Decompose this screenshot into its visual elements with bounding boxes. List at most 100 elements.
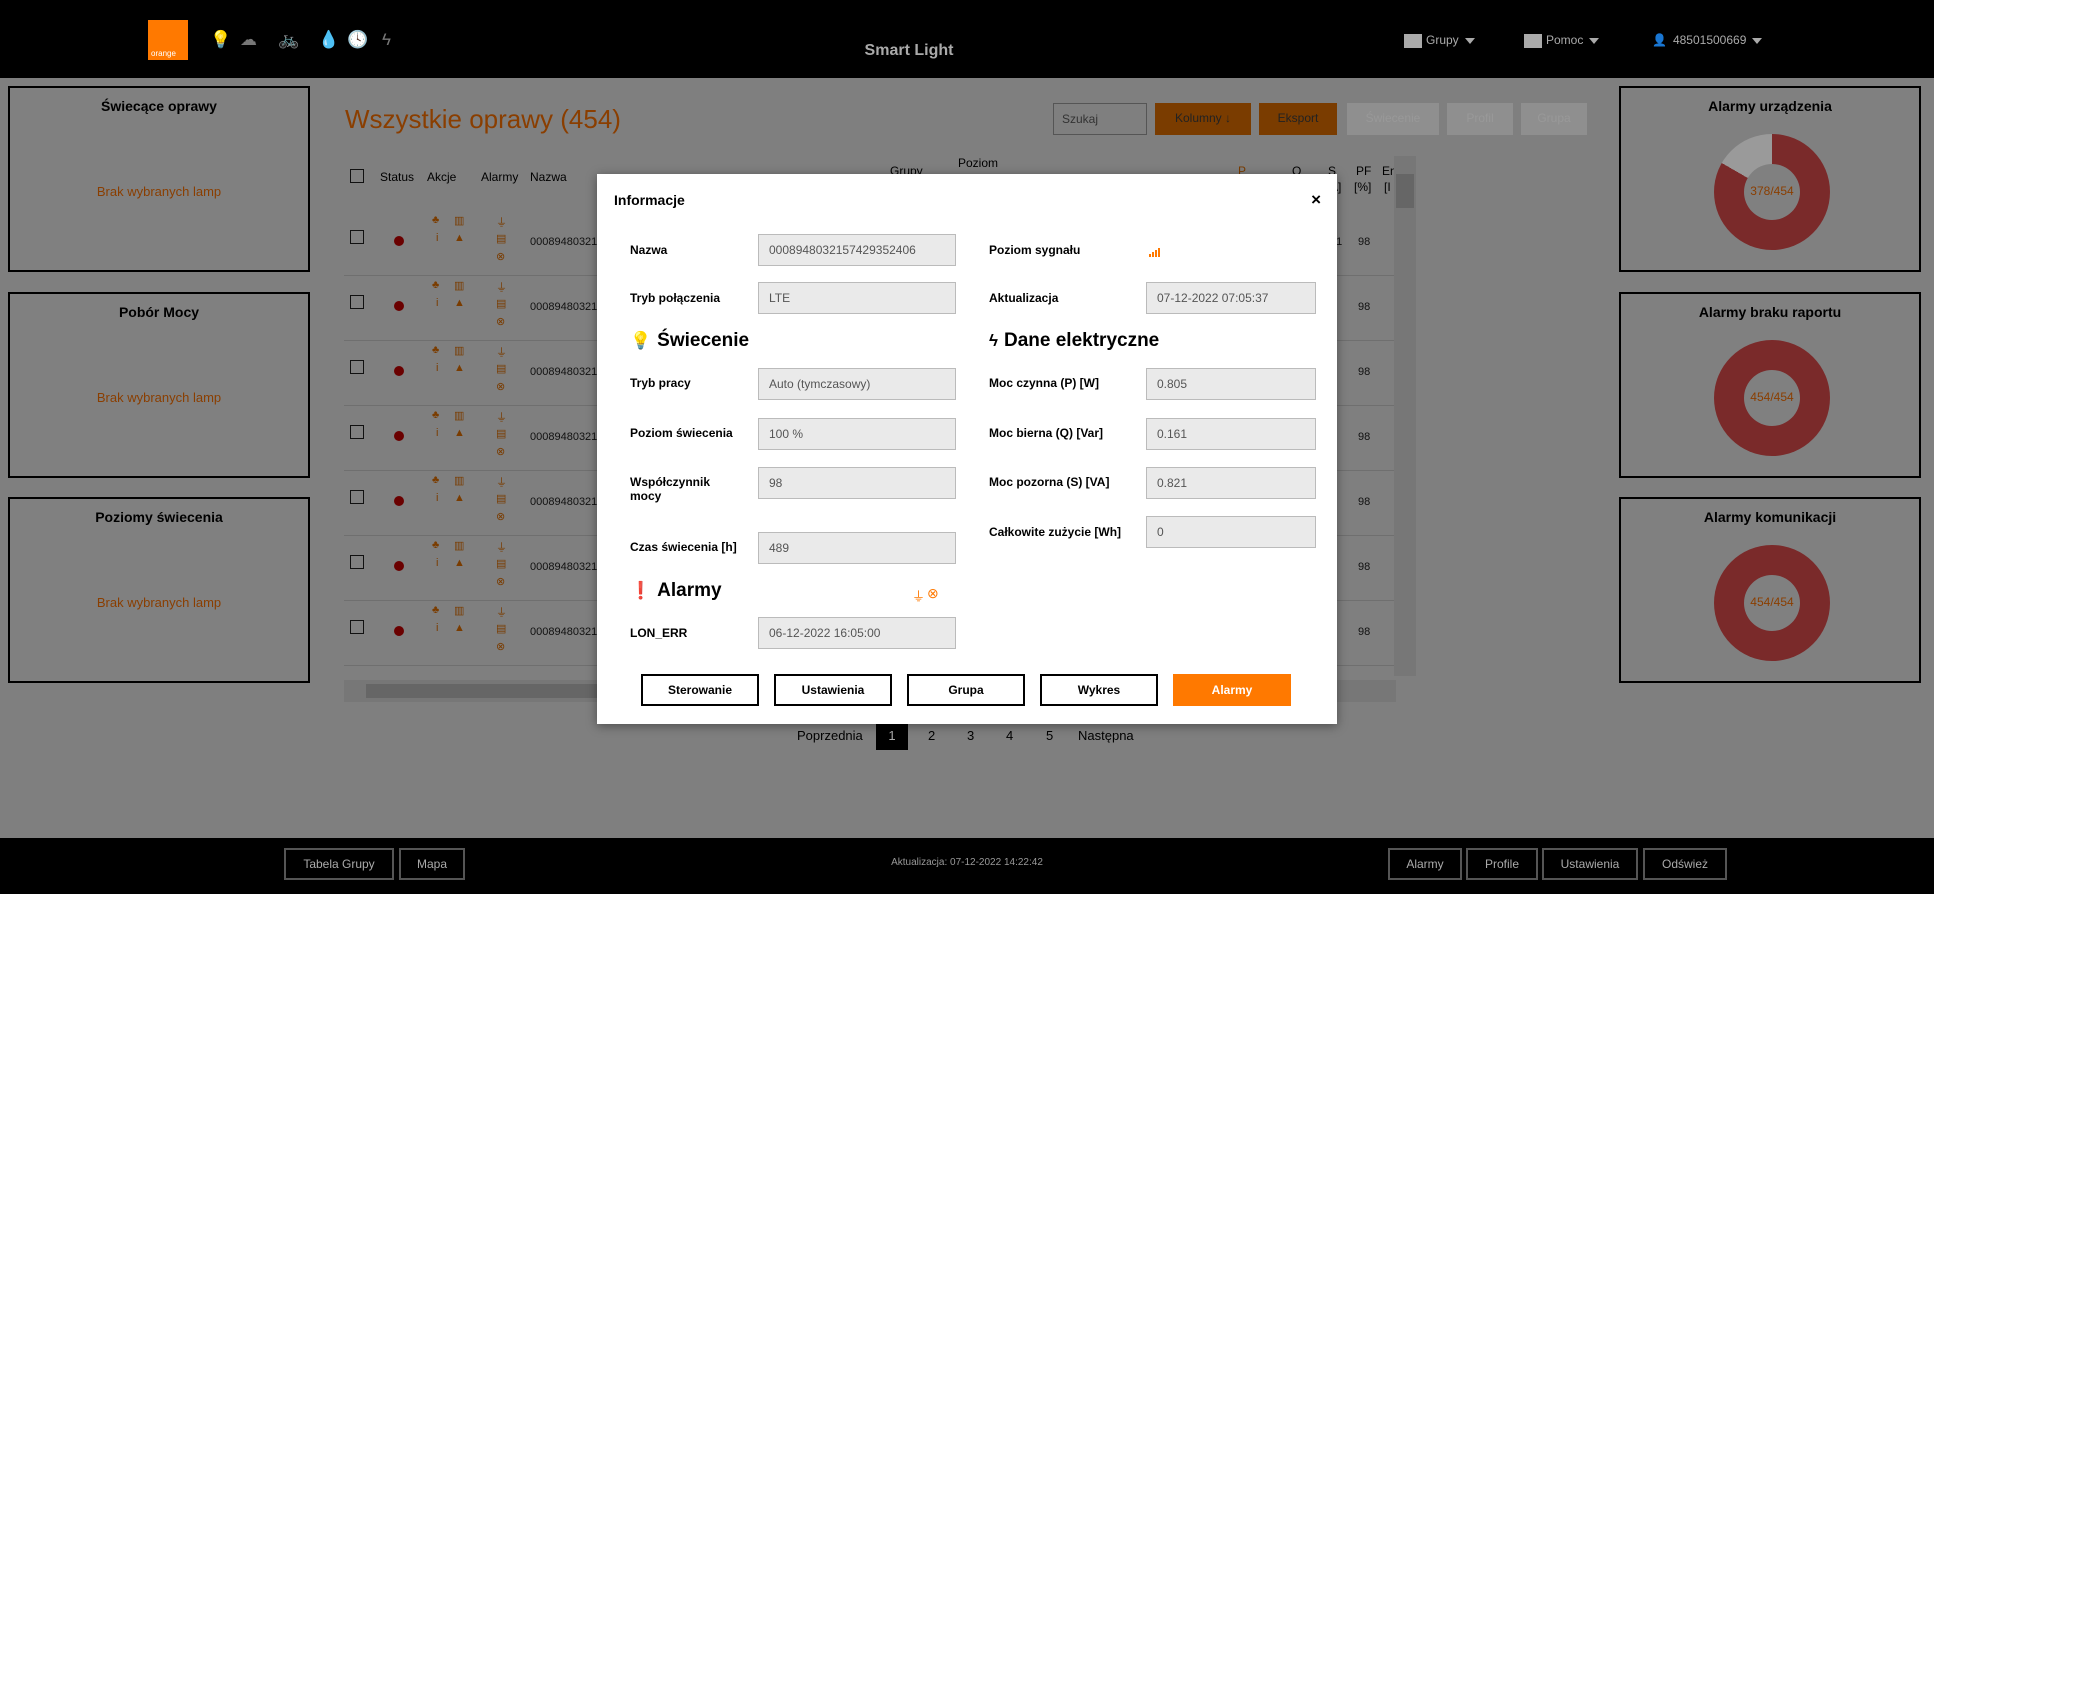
chart-icon[interactable]: ▥ xyxy=(454,474,464,487)
row-checkbox[interactable] xyxy=(350,230,364,244)
close-icon[interactable]: × xyxy=(1311,190,1321,210)
profile-button[interactable]: Profil xyxy=(1447,103,1513,135)
donut-chart[interactable]: 378/454 xyxy=(1714,134,1830,250)
warning-icon[interactable]: ▲ xyxy=(454,362,465,374)
battery-icon: ▤ xyxy=(496,363,507,375)
col-actions[interactable]: Akcje xyxy=(427,170,456,184)
name-label: Nazwa xyxy=(630,243,668,257)
select-all-checkbox[interactable] xyxy=(350,169,364,183)
battery-icon: ▤ xyxy=(496,233,507,245)
panel-title: Poziomy świecenia xyxy=(95,509,223,525)
control-icon[interactable]: ♣ xyxy=(432,279,439,291)
vertical-scrollbar[interactable] xyxy=(1394,156,1416,676)
signal-bars-icon xyxy=(1149,244,1160,262)
control-icon[interactable]: ♣ xyxy=(432,474,439,486)
help-menu[interactable]: Pomoc xyxy=(1524,33,1600,48)
info-icon[interactable]: i xyxy=(436,427,438,439)
col-pf[interactable]: PF xyxy=(1356,164,1371,178)
group-button[interactable]: Grupa xyxy=(907,674,1025,706)
control-icon[interactable]: ♣ xyxy=(432,214,439,226)
row-checkbox[interactable] xyxy=(350,555,364,569)
top-bar: orange 💡 ☁ 🚲 💧 🕓 ϟ Smart Light Grupy Pom… xyxy=(0,0,1934,78)
burn-time-field[interactable]: 489 xyxy=(758,532,956,564)
pager-page-4[interactable]: 4 xyxy=(1006,728,1013,743)
control-icon[interactable]: ♣ xyxy=(432,409,439,421)
chart-icon[interactable]: ▥ xyxy=(454,344,464,357)
profiles-button[interactable]: Profile xyxy=(1466,848,1538,880)
light-level-field[interactable]: 100 % xyxy=(758,418,956,450)
pager-page-2[interactable]: 2 xyxy=(928,728,935,743)
settings-button[interactable]: Ustawienia xyxy=(1542,848,1638,880)
chart-icon[interactable]: ▥ xyxy=(454,604,464,617)
groups-menu[interactable]: Grupy xyxy=(1404,33,1475,48)
apparent-power-field[interactable]: 0.821 xyxy=(1146,467,1316,499)
scrollbar-thumb[interactable] xyxy=(1396,174,1414,208)
info-icon[interactable]: i xyxy=(436,622,438,634)
status-dot xyxy=(394,366,404,376)
warning-icon[interactable]: ▲ xyxy=(454,427,465,439)
warning-icon[interactable]: ▲ xyxy=(454,232,465,244)
export-button[interactable]: Eksport xyxy=(1259,103,1337,135)
status-dot xyxy=(394,236,404,246)
control-icon[interactable]: ♣ xyxy=(432,604,439,616)
warning-icon[interactable]: ▲ xyxy=(454,297,465,309)
pager-prev[interactable]: Poprzednia xyxy=(797,728,863,743)
chart-icon[interactable]: ▥ xyxy=(454,279,464,292)
donut-chart[interactable]: 454/454 xyxy=(1714,545,1830,661)
warning-icon[interactable]: ▲ xyxy=(454,492,465,504)
connection-field[interactable]: LTE xyxy=(758,282,956,314)
info-icon[interactable]: i xyxy=(436,557,438,569)
settings-button[interactable]: Ustawienia xyxy=(774,674,892,706)
alarms-button[interactable]: Alarmy xyxy=(1173,674,1291,706)
pager-page-5[interactable]: 5 xyxy=(1046,728,1053,743)
active-power-field[interactable]: 0.805 xyxy=(1146,368,1316,400)
lightbulb-icon: 💡 xyxy=(630,331,652,350)
row-checkbox[interactable] xyxy=(350,490,364,504)
col-level[interactable]: Poziom xyxy=(958,156,998,170)
reactive-power-field[interactable]: 0.161 xyxy=(1146,418,1316,450)
chart-icon[interactable]: ▥ xyxy=(454,214,464,227)
pager-next[interactable]: Następna xyxy=(1078,728,1134,743)
total-consumption-field[interactable]: 0 xyxy=(1146,516,1316,548)
donut-chart[interactable]: 454/454 xyxy=(1714,340,1830,456)
group-button[interactable]: Grupa xyxy=(1521,103,1587,135)
row-checkbox[interactable] xyxy=(350,295,364,309)
name-field[interactable]: 0008948032157429352406 xyxy=(758,234,956,266)
col-name[interactable]: Nazwa xyxy=(530,170,567,184)
col-alarms[interactable]: Alarmy xyxy=(481,170,518,184)
row-pf: 98 xyxy=(1358,626,1371,638)
lighting-button[interactable]: Świecenie xyxy=(1347,103,1439,135)
info-icon[interactable]: i xyxy=(436,297,438,309)
mode-field[interactable]: Auto (tymczasowy) xyxy=(758,368,956,400)
signal-label: Poziom sygnału xyxy=(989,243,1081,257)
alarm-item-field[interactable]: 06-12-2022 16:05:00 xyxy=(758,617,956,649)
status-dot xyxy=(394,301,404,311)
groups-menu-label: Grupy xyxy=(1426,33,1459,47)
info-icon[interactable]: i xyxy=(436,492,438,504)
control-button[interactable]: Sterowanie xyxy=(641,674,759,706)
row-checkbox[interactable] xyxy=(350,425,364,439)
row-checkbox[interactable] xyxy=(350,620,364,634)
info-icon[interactable]: i xyxy=(436,362,438,374)
pager-page-1[interactable]: 1 xyxy=(876,722,908,750)
search-input[interactable]: Szukaj xyxy=(1053,103,1147,135)
pager-page-3[interactable]: 3 xyxy=(967,728,974,743)
info-icon[interactable]: i xyxy=(436,232,438,244)
alarms-button[interactable]: Alarmy xyxy=(1388,848,1462,880)
warning-icon[interactable]: ▲ xyxy=(454,557,465,569)
update-field[interactable]: 07-12-2022 07:05:37 xyxy=(1146,282,1316,314)
chart-icon[interactable]: ▥ xyxy=(454,539,464,552)
control-icon[interactable]: ♣ xyxy=(432,539,439,551)
battery-icon: ▤ xyxy=(496,493,507,505)
power-factor-field[interactable]: 98 xyxy=(758,467,956,499)
columns-button[interactable]: Kolumny ↓ xyxy=(1155,103,1251,135)
chart-icon[interactable]: ▥ xyxy=(454,409,464,422)
warning-icon[interactable]: ▲ xyxy=(454,622,465,634)
error-icon: ⊗ xyxy=(496,251,506,263)
col-status[interactable]: Status xyxy=(380,170,414,184)
chart-button[interactable]: Wykres xyxy=(1040,674,1158,706)
user-menu[interactable]: 👤 48501500669 xyxy=(1652,33,1763,47)
refresh-button[interactable]: Odśwież xyxy=(1643,848,1727,880)
control-icon[interactable]: ♣ xyxy=(432,344,439,356)
row-checkbox[interactable] xyxy=(350,360,364,374)
